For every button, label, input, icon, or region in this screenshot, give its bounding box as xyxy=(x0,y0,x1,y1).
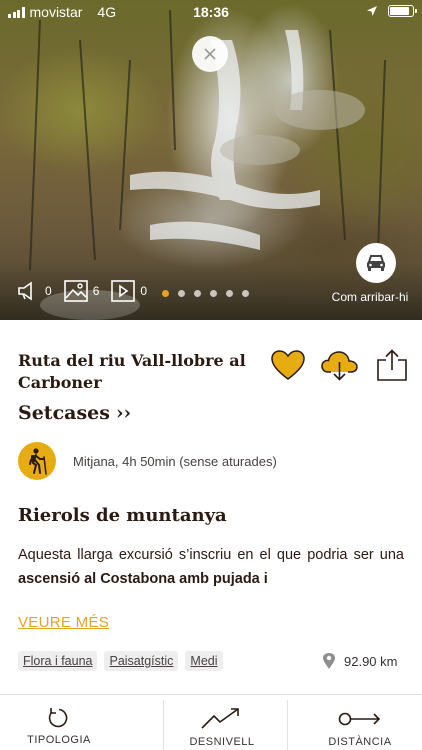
status-bar: movistar 4G 18:36 xyxy=(0,0,422,26)
carousel-dot[interactable] xyxy=(210,290,217,297)
tab-tipologia[interactable]: TIPOLOGIA xyxy=(0,706,118,750)
carousel-dot[interactable] xyxy=(242,290,249,297)
audio-icon xyxy=(18,281,32,301)
carousel-dots[interactable] xyxy=(162,290,249,297)
distance-value: 92.90 km xyxy=(344,653,398,669)
carousel-dot[interactable] xyxy=(226,290,233,297)
refresh-icon xyxy=(48,708,68,728)
close-icon xyxy=(204,48,216,60)
tab-label: DESNIVELL xyxy=(189,736,255,748)
audio-count: 0 xyxy=(45,284,52,298)
car-icon xyxy=(367,255,385,271)
elevation-icon xyxy=(201,708,239,729)
route-title: Ruta del riu Vall-llobre al Carboner xyxy=(18,351,246,392)
location-arrow-icon xyxy=(367,6,377,16)
carousel-dot[interactable] xyxy=(162,290,169,297)
image-counter[interactable]: 6 xyxy=(63,280,100,302)
tab-desnivell[interactable]: DESNIVELL xyxy=(163,706,281,750)
video-counter[interactable]: 0 xyxy=(111,280,147,302)
hiker-icon xyxy=(29,448,47,475)
video-icon xyxy=(111,280,136,302)
heart-icon[interactable] xyxy=(270,349,306,381)
carousel-dot[interactable] xyxy=(178,290,185,297)
audio-counter[interactable]: 0 xyxy=(16,281,52,301)
route-description: Aquesta llarga excursió s’inscriu en el … xyxy=(18,543,404,591)
share-icon[interactable] xyxy=(374,348,410,382)
directions-button[interactable] xyxy=(356,243,396,283)
tab-divider xyxy=(287,700,288,750)
tag-flora-fauna[interactable]: Flora i fauna xyxy=(18,651,98,671)
tab-label: DISTÀNCIA xyxy=(328,736,392,748)
video-count: 0 xyxy=(140,284,148,298)
tab-label: TIPOLOGIA xyxy=(27,734,91,746)
image-count: 6 xyxy=(92,284,100,298)
route-actions xyxy=(270,348,410,382)
map-pin-icon xyxy=(323,653,335,669)
close-button[interactable] xyxy=(192,36,228,72)
town-name: Setcases xyxy=(18,402,110,424)
difficulty-text: Mitjana, 4h 50min (sense aturades) xyxy=(73,454,277,469)
carousel-dot[interactable] xyxy=(194,290,201,297)
distance-icon xyxy=(338,712,381,726)
image-icon xyxy=(63,280,88,302)
cloud-download-icon[interactable] xyxy=(320,348,360,382)
section-title: Rierols de muntanya xyxy=(18,505,227,526)
description-text: Aquesta llarga excursió s’inscriu en el … xyxy=(18,547,404,563)
media-counters: 0 6 0 xyxy=(16,280,159,302)
tag-medi[interactable]: Medi xyxy=(185,651,223,671)
battery-icon xyxy=(388,5,417,17)
see-more-link[interactable]: VEURE MÉS xyxy=(18,614,109,631)
tab-distancia[interactable]: DISTÀNCIA xyxy=(300,706,420,750)
town-link[interactable]: Setcases ›› xyxy=(18,402,131,424)
difficulty-badge xyxy=(18,442,56,480)
description-bold-text: ascensió al Costabona amb pujada i xyxy=(18,571,268,587)
chevron-right-icon: ›› xyxy=(115,402,132,424)
distance-info: 92.90 km xyxy=(322,652,397,670)
tags-list: Flora i fauna Paisatgístic Medi xyxy=(18,651,223,671)
directions-label[interactable]: Com arribar-hi xyxy=(320,290,420,304)
clock: 18:36 xyxy=(193,4,229,20)
tag-paisatgistic[interactable]: Paisatgístic xyxy=(104,651,179,671)
